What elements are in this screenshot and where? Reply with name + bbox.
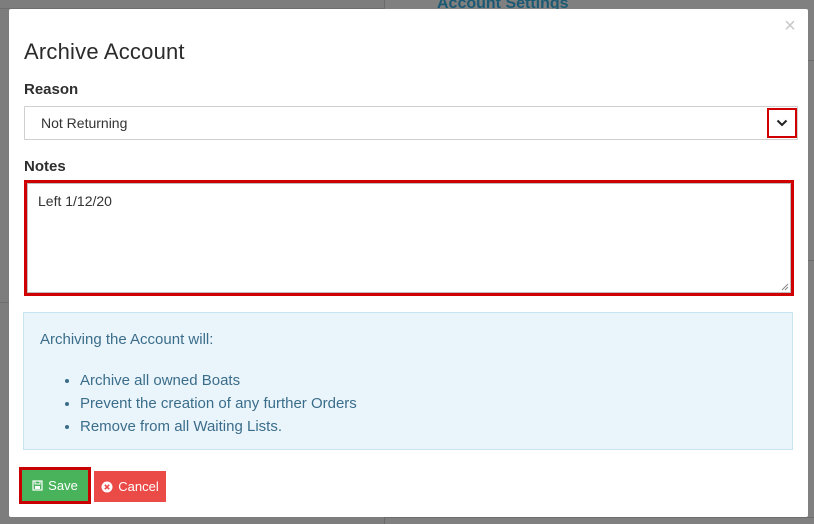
reason-select-arrow[interactable] bbox=[767, 108, 797, 138]
archive-info-box: Archiving the Account will: Archive all … bbox=[23, 312, 793, 450]
list-item: Archive all owned Boats bbox=[80, 369, 357, 392]
info-list: Archive all owned Boats Prevent the crea… bbox=[80, 369, 357, 438]
notes-label: Notes bbox=[24, 158, 66, 175]
list-item: Prevent the creation of any further Orde… bbox=[80, 392, 357, 415]
save-button[interactable]: Save bbox=[22, 470, 88, 501]
save-button-label: Save bbox=[48, 478, 78, 493]
notes-highlight: Left 1/12/20 bbox=[24, 180, 794, 296]
close-icon[interactable]: × bbox=[781, 15, 799, 37]
archive-account-modal: × Archive Account Reason Not Returning N… bbox=[9, 9, 808, 517]
save-icon bbox=[32, 480, 43, 491]
cancel-button[interactable]: Cancel bbox=[94, 471, 166, 502]
modal-title: Archive Account bbox=[24, 39, 185, 64]
reason-select-value: Not Returning bbox=[41, 115, 128, 131]
reason-select[interactable]: Not Returning bbox=[24, 106, 798, 140]
resize-grip-icon[interactable] bbox=[781, 283, 789, 291]
reason-label: Reason bbox=[24, 81, 79, 98]
chevron-down-icon bbox=[776, 119, 788, 127]
list-item: Remove from all Waiting Lists. bbox=[80, 415, 357, 438]
cancel-button-label: Cancel bbox=[118, 479, 159, 494]
info-heading: Archiving the Account will: bbox=[40, 331, 214, 348]
cancel-circle-icon bbox=[101, 481, 113, 492]
background-divider bbox=[385, 517, 814, 518]
notes-textarea[interactable]: Left 1/12/20 bbox=[27, 183, 791, 293]
